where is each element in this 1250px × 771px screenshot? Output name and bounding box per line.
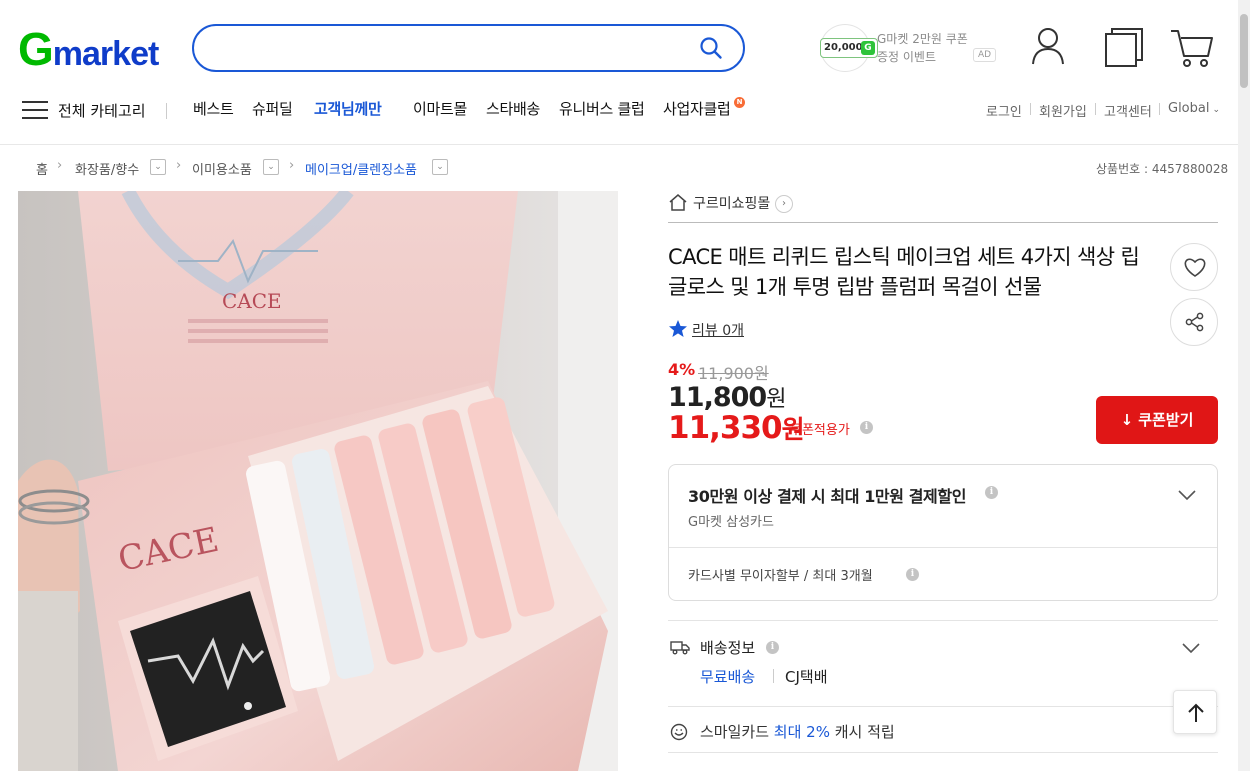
menu-business-club[interactable]: 사업자클럽 bbox=[663, 98, 731, 119]
divider bbox=[1095, 103, 1096, 115]
truck-icon bbox=[670, 639, 690, 659]
chevron-down-icon[interactable]: ⌄ bbox=[432, 159, 448, 175]
product-image[interactable]: CACE CACE bbox=[18, 191, 618, 771]
svg-text:CACE: CACE bbox=[222, 289, 282, 313]
chevron-right-icon: › bbox=[57, 158, 63, 173]
divider bbox=[1159, 103, 1160, 115]
info-icon[interactable]: i bbox=[766, 641, 779, 654]
divider bbox=[668, 706, 1218, 707]
divider bbox=[773, 669, 774, 683]
ad-badge: AD bbox=[973, 48, 997, 62]
info-icon[interactable]: i bbox=[985, 486, 998, 499]
info-icon[interactable]: i bbox=[860, 421, 873, 434]
scroll-to-top-button[interactable] bbox=[1173, 690, 1217, 734]
breadcrumb-home[interactable]: 홈 bbox=[36, 159, 48, 178]
download-arrow-icon: ↓ bbox=[1120, 411, 1134, 429]
new-badge: N bbox=[734, 97, 745, 108]
search-icon[interactable] bbox=[699, 36, 723, 64]
shop-home-icon[interactable] bbox=[669, 194, 687, 215]
free-shipping: 무료배송 bbox=[700, 668, 756, 686]
product-number: 상품번호 : 4457880028 bbox=[1096, 162, 1229, 176]
installment-info: 카드사별 무이자할부 / 최대 3개월 bbox=[688, 569, 873, 584]
info-icon[interactable]: i bbox=[906, 568, 919, 581]
share-button[interactable] bbox=[1170, 298, 1218, 346]
chevron-down-icon: ⌄ bbox=[1212, 105, 1221, 115]
menu-universe-club[interactable]: 유니버스 클럽 bbox=[559, 98, 645, 119]
gmarket-g-icon: G bbox=[861, 41, 875, 55]
recent-items-icon[interactable] bbox=[1104, 26, 1144, 72]
gmarket-logo[interactable]: Gmarket bbox=[18, 26, 159, 77]
shop-name[interactable]: 구르미쇼핑몰 bbox=[693, 193, 770, 213]
divider bbox=[668, 222, 1218, 223]
ad-coupon-chip: 20,000 G bbox=[820, 38, 878, 58]
share-icon bbox=[1185, 312, 1205, 336]
shipping-company: CJ택배 bbox=[785, 668, 828, 686]
signup-link[interactable]: 회원가입 bbox=[1039, 101, 1087, 120]
breadcrumb-beauty-tools[interactable]: 이미용소품 bbox=[192, 159, 252, 178]
coupon-apply-label: 쿠폰적용가 bbox=[790, 423, 850, 438]
sale-price: 11,800원 bbox=[668, 382, 786, 413]
chevron-right-icon[interactable]: › bbox=[775, 195, 793, 213]
breadcrumb-cosmetics[interactable]: 화장품/향수 bbox=[75, 159, 139, 178]
chevron-right-icon: › bbox=[289, 158, 295, 173]
wishlist-button[interactable] bbox=[1170, 243, 1218, 291]
hamburger-menu-icon[interactable] bbox=[22, 100, 48, 124]
menu-superdeal[interactable]: 슈퍼딜 bbox=[252, 98, 293, 119]
divider bbox=[0, 144, 1250, 145]
all-categories-button[interactable]: 전체 카테고리 bbox=[58, 100, 146, 121]
shipping-info-label: 배송정보 bbox=[700, 639, 756, 657]
login-link[interactable]: 로그인 bbox=[986, 101, 1022, 120]
card-discount-title: 30만원 이상 결제 시 최대 1만원 결제할인 bbox=[688, 487, 967, 506]
divider bbox=[166, 103, 167, 119]
global-dropdown[interactable]: Global ⌄ bbox=[1168, 101, 1220, 116]
scrollbar[interactable] bbox=[1238, 0, 1250, 771]
chevron-down-icon[interactable] bbox=[1182, 639, 1200, 658]
scrollbar-thumb[interactable] bbox=[1240, 14, 1248, 88]
divider bbox=[669, 547, 1217, 548]
review-link[interactable]: 리뷰 0개 bbox=[692, 320, 744, 340]
ad-text[interactable]: G마켓 2만원 쿠폰 증정 이벤트 bbox=[877, 30, 977, 66]
menu-for-you[interactable]: 고객님께만 bbox=[314, 98, 382, 119]
search-bar[interactable] bbox=[192, 24, 745, 72]
card-discount-sub: G마켓 삼성카드 bbox=[688, 515, 774, 530]
chevron-right-icon: › bbox=[176, 158, 182, 173]
search-input[interactable] bbox=[214, 37, 684, 61]
divider bbox=[668, 620, 1218, 621]
coupon-price: 11,330원 bbox=[668, 410, 805, 446]
my-page-icon[interactable] bbox=[1030, 26, 1066, 70]
smile-icon bbox=[670, 723, 688, 745]
discount-rate: 4% bbox=[668, 360, 696, 379]
product-title: CACE 매트 리퀴드 립스틱 메이크업 세트 4가지 색상 립글로스 및 1개… bbox=[668, 245, 1140, 299]
customer-center-link[interactable]: 고객센터 bbox=[1104, 101, 1152, 120]
chevron-down-icon[interactable]: ⌄ bbox=[263, 159, 279, 175]
star-icon bbox=[669, 320, 687, 341]
menu-emart-mall[interactable]: 이마트몰 bbox=[413, 98, 467, 119]
divider bbox=[1030, 103, 1031, 115]
arrow-up-icon bbox=[1187, 703, 1205, 727]
chevron-down-icon[interactable] bbox=[1178, 486, 1196, 505]
coupon-download-button[interactable]: ↓ 쿠폰받기 bbox=[1096, 396, 1218, 444]
breadcrumb-makeup-tools[interactable]: 메이크업/클렌징소품 bbox=[305, 159, 417, 178]
heart-icon bbox=[1184, 258, 1206, 282]
chevron-down-icon[interactable]: ⌄ bbox=[150, 159, 166, 175]
divider bbox=[668, 752, 1218, 753]
smile-card-cashback[interactable]: 스마일카드 최대 2% 캐시 적립 bbox=[700, 721, 895, 742]
cart-icon[interactable] bbox=[1170, 28, 1214, 72]
menu-best[interactable]: 베스트 bbox=[193, 98, 234, 119]
menu-star-delivery[interactable]: 스타배송 bbox=[486, 98, 540, 119]
